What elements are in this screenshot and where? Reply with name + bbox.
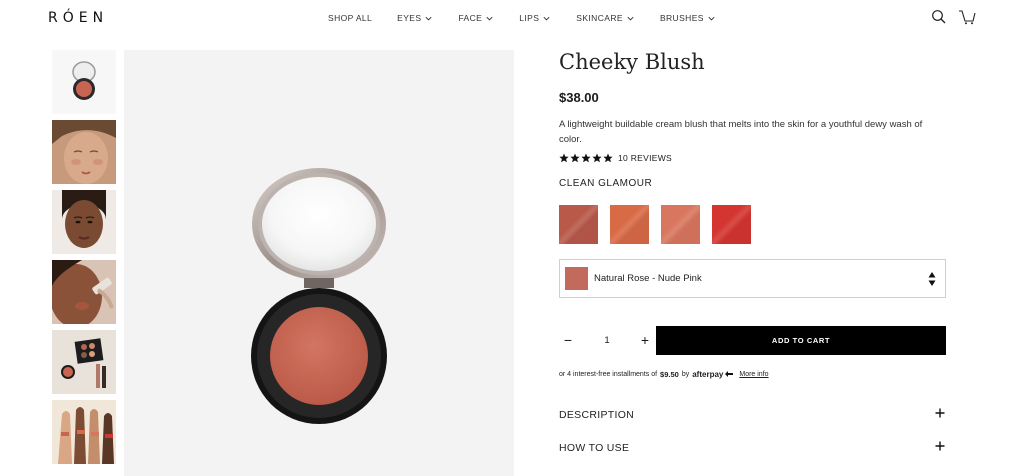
accordion-label: HOW TO USE (559, 442, 630, 454)
product-title: Cheeky Blush (559, 50, 705, 74)
nav-label: SHOP ALL (328, 13, 373, 23)
swatch-thumb-image (52, 400, 116, 464)
site-header: RÓEN SHOP ALL EYES FACE LIPS SKINCARE BR… (0, 0, 1024, 36)
thumbnail-compact[interactable] (52, 50, 116, 114)
model-thumb-image (52, 190, 116, 254)
star-icon (592, 153, 602, 163)
shade-swatch[interactable] (559, 205, 598, 244)
product-rating[interactable]: 10 REVIEWS (559, 151, 946, 165)
plus-icon (935, 408, 945, 418)
shade-swatch[interactable] (661, 205, 700, 244)
afterpay-arrows-icon (725, 371, 734, 377)
thumbnail-model-1[interactable] (52, 120, 116, 184)
chevron-down-icon (708, 16, 715, 20)
selected-shade-label: Natural Rose - Nude Pink (594, 273, 702, 284)
quantity-decrease-button[interactable]: − (562, 333, 574, 347)
nav-skincare[interactable]: SKINCARE (576, 13, 635, 23)
quantity-increase-button[interactable]: + (639, 333, 651, 347)
accordion-how-to-use[interactable]: HOW TO USE (559, 432, 946, 465)
model-thumb-image (52, 120, 116, 184)
shade-swatch[interactable] (610, 205, 649, 244)
afterpay-logo: afterpay (692, 369, 724, 379)
nav-label: SKINCARE (576, 13, 623, 23)
star-icon (603, 153, 613, 163)
blush-compact-image (251, 168, 387, 424)
thumbnail-swatches[interactable] (52, 400, 116, 464)
products-thumb-image (52, 330, 116, 394)
nav-lips[interactable]: LIPS (519, 13, 551, 23)
add-to-cart-button[interactable]: ADD TO CART (656, 326, 946, 355)
selected-shade-swatch (565, 267, 588, 290)
nav-shop-all[interactable]: SHOP ALL (328, 13, 372, 23)
search-icon[interactable] (931, 9, 947, 25)
nav-label: BRUSHES (659, 13, 704, 23)
nav-eyes[interactable]: EYES (397, 13, 433, 23)
afterpay-amount: $9.50 (660, 369, 679, 379)
nav-face[interactable]: FACE (458, 13, 494, 23)
quantity-row: − 1 + ADD TO CART (559, 326, 946, 356)
collection-label: CLEAN GLAMOUR (559, 178, 653, 189)
chevron-down-icon (486, 16, 493, 20)
nav-brushes[interactable]: BRUSHES (660, 13, 716, 23)
thumbnail-products[interactable] (52, 330, 116, 394)
cart-icon[interactable] (958, 9, 976, 25)
product-description: A lightweight buildable cream blush that… (559, 119, 923, 145)
thumbnail-model-3[interactable] (52, 260, 116, 324)
product-thumb-image (52, 50, 116, 114)
star-icon (570, 153, 580, 163)
thumbnail-gallery (52, 50, 116, 470)
accordion-label: DESCRIPTION (559, 409, 635, 421)
shade-swatch[interactable] (712, 205, 751, 244)
accordion-description[interactable]: DESCRIPTION (559, 399, 946, 432)
model-thumb-image (52, 260, 116, 324)
star-icon (559, 153, 569, 163)
afterpay-more-info-link[interactable]: More info (739, 371, 768, 378)
nav-label: LIPS (519, 13, 540, 23)
nav-label: EYES (397, 13, 422, 23)
chevron-down-icon (627, 16, 634, 20)
main-product-image[interactable] (124, 50, 514, 476)
main-nav: SHOP ALL EYES FACE LIPS SKINCARE BRUSHES (328, 13, 716, 23)
nav-label: FACE (458, 13, 483, 23)
afterpay-prefix: or 4 interest-free installments of (559, 370, 658, 378)
afterpay-by: by (681, 370, 690, 378)
product-price: $38.00 (559, 90, 599, 105)
review-count-link[interactable]: 10 REVIEWS (618, 153, 672, 163)
plus-icon (935, 441, 945, 451)
afterpay-message: or 4 interest-free installments of $9.50… (559, 369, 946, 379)
star-icon (581, 153, 591, 163)
quantity-value[interactable]: 1 (601, 335, 613, 346)
shade-select[interactable]: Natural Rose - Nude Pink (559, 259, 946, 298)
thumbnail-model-2[interactable] (52, 190, 116, 254)
chevron-down-icon (543, 16, 550, 20)
brand-logo[interactable]: RÓEN (48, 10, 108, 26)
select-arrows-icon (928, 272, 936, 286)
chevron-down-icon (425, 16, 432, 20)
product-info: Cheeky Blush $38.00 A lightweight builda… (559, 50, 946, 465)
star-rating (559, 153, 614, 163)
shade-swatches (559, 205, 946, 245)
